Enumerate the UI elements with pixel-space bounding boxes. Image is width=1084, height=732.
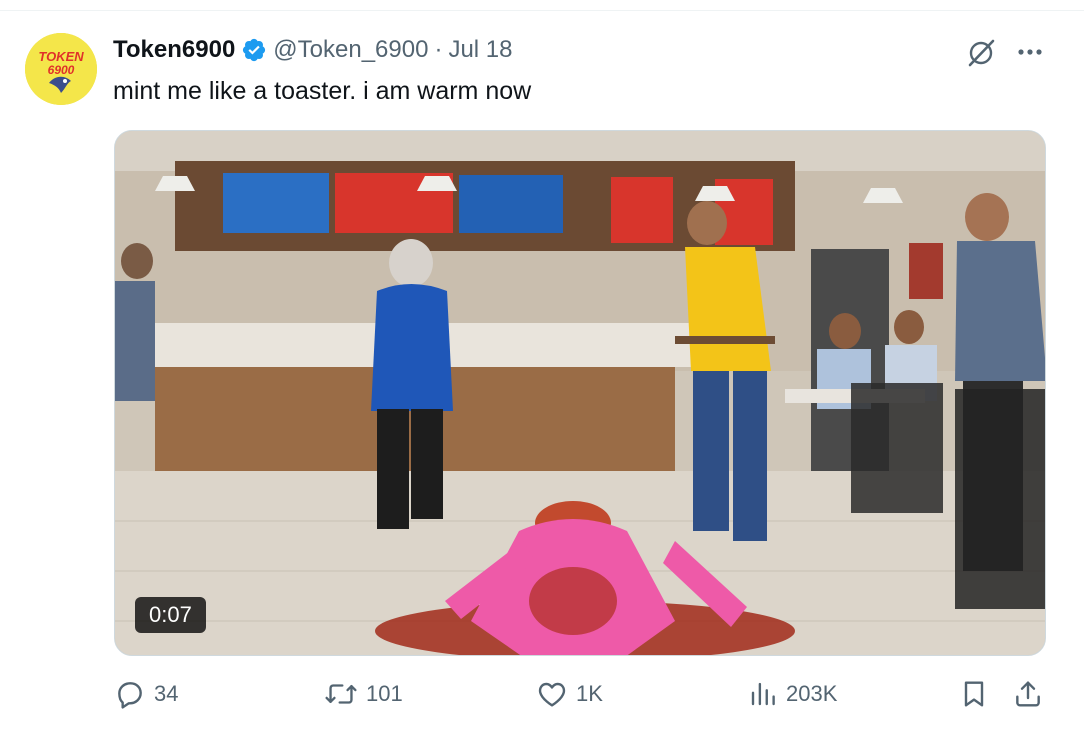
action-bar: 34 101 1K 203K <box>0 672 1084 716</box>
repost-icon <box>325 684 357 704</box>
svg-text:6900: 6900 <box>48 63 75 77</box>
heart-icon <box>538 682 566 707</box>
tweet-date[interactable]: Jul 18 <box>448 36 512 64</box>
verified-badge-icon <box>241 37 267 63</box>
views-button[interactable]: 203K <box>748 672 837 716</box>
author-handle[interactable]: @Token_6900 <box>273 36 428 64</box>
grok-icon[interactable] <box>964 36 998 70</box>
avatar-logo: TOKEN 6900 <box>25 33 97 105</box>
avatar-text: TOKEN <box>38 49 84 64</box>
tweet-header: Token6900 @Token_6900 · Jul 18 <box>113 34 513 66</box>
avatar[interactable]: TOKEN 6900 <box>25 33 97 105</box>
like-count: 1K <box>576 681 603 706</box>
views-bars-icon <box>751 682 775 706</box>
top-divider <box>0 10 1084 11</box>
reply-button[interactable]: 34 <box>114 672 178 716</box>
share-button[interactable] <box>1012 672 1052 716</box>
separator-dot: · <box>434 36 443 63</box>
like-button[interactable]: 1K <box>536 672 603 716</box>
reply-icon <box>118 682 142 709</box>
video-media[interactable] <box>114 130 1046 656</box>
video-frame-illustration <box>115 131 1045 655</box>
views-count: 203K <box>786 681 838 706</box>
reply-count: 34 <box>154 681 179 706</box>
share-icon <box>1016 681 1040 707</box>
repost-button[interactable]: 101 <box>324 672 403 716</box>
author-name[interactable]: Token6900 <box>113 36 235 64</box>
tweet-text: mint me like a toaster. i am warm now <box>113 77 532 105</box>
more-dots-icon[interactable] <box>1012 37 1048 67</box>
repost-count: 101 <box>366 681 403 706</box>
bookmark-icon <box>964 681 984 707</box>
bookmark-button[interactable] <box>958 672 998 716</box>
video-duration-badge: 0:07 <box>135 597 206 633</box>
